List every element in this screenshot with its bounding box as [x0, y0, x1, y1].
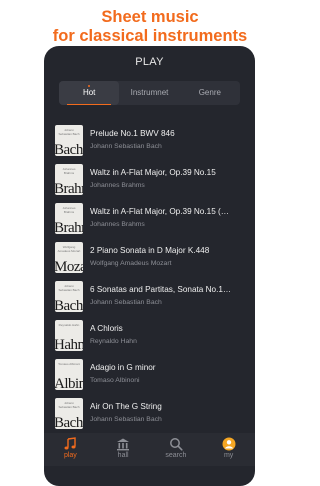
cover-composer-text: Johannes Brahms: [62, 206, 76, 214]
list-item[interactable]: Reynaldo Hahn Hahn A Chloris Reynaldo Ha…: [44, 316, 255, 355]
cover-thumbnail: Wolfgang Amadeus Mozart Mozart: [55, 242, 83, 273]
cover-thumbnail: Johannes Brahms Brahms: [55, 164, 83, 195]
cover-word: Brahms: [55, 220, 83, 234]
cover-word: Bach: [55, 415, 83, 429]
piece-title: Prelude No.1 BWV 846: [90, 129, 175, 138]
piece-composer: Johann Sebastian Bach: [90, 416, 162, 423]
nav-label: my: [223, 452, 234, 459]
promo-line-1: Sheet music: [101, 8, 199, 26]
cover-word: Albinoni: [55, 376, 83, 390]
piece-composer: Johannes Brahms: [90, 182, 145, 189]
list-item[interactable]: Johann Sebastian Bach Bach Air On The G …: [44, 394, 255, 433]
piece-composer: Johann Sebastian Bach: [90, 143, 162, 150]
tab-instrument[interactable]: Instrumnet: [119, 81, 179, 105]
list-item[interactable]: Johann Sebastian Bach Bach 6 Sonatas and…: [44, 277, 255, 316]
cover-composer-text: Wolfgang Amadeus Mozart: [57, 245, 81, 253]
tab-hot[interactable]: Hot: [59, 81, 120, 105]
page-title: PLAY: [135, 56, 164, 68]
cover-thumbnail: Reynaldo Hahn Hahn: [55, 320, 83, 351]
cover-thumbnail: Tomaso Albinoni Albinoni: [55, 359, 83, 390]
list-item[interactable]: Johannes Brahms Brahms Waltz in A-Flat M…: [44, 160, 255, 199]
promo-line-2: for classical instruments: [52, 27, 248, 45]
piece-composer: Johannes Brahms: [90, 221, 145, 228]
piece-composer: Johann Sebastian Bach: [90, 299, 162, 306]
cover-word: Bach: [55, 298, 83, 312]
nav-play[interactable]: play: [44, 433, 97, 466]
piece-composer: Reynaldo Hahn: [90, 338, 137, 345]
cover-composer-text: Johann Sebastian Bach: [58, 128, 80, 136]
cover-word: Mozart: [55, 259, 83, 273]
list-item[interactable]: Johann Sebastian Bach Bach Prelude No.1 …: [44, 121, 255, 160]
piece-list: Johann Sebastian Bach Bach Prelude No.1 …: [44, 121, 255, 433]
cover-composer-text: Johann Sebastian Bach: [58, 401, 80, 409]
cover-composer-text: Johannes Brahms: [62, 167, 76, 175]
piece-composer: Tomaso Albinoni: [90, 377, 140, 384]
piece-composer: Wolfgang Amadeus Mozart: [90, 260, 172, 267]
tab-genre[interactable]: Genre: [180, 81, 240, 105]
nav-my[interactable]: my: [202, 433, 255, 466]
list-item[interactable]: Wolfgang Amadeus Mozart Mozart 2 Piano S…: [44, 238, 255, 277]
tab-bar: Hot Instrumnet Genre: [59, 81, 240, 105]
concert-hall-icon: [117, 438, 130, 451]
piece-title: 2 Piano Sonata in D Major K.448: [90, 246, 210, 255]
nav-hall[interactable]: hall: [97, 433, 150, 466]
piece-title: Waltz in A-Flat Major, Op.39 No.15 (…: [90, 207, 229, 216]
cover-thumbnail: Johannes Brahms Brahms: [55, 203, 83, 234]
list-item[interactable]: Tomaso Albinoni Albinoni Adagio in G min…: [44, 355, 255, 394]
cover-composer-text: Johann Sebastian Bach: [58, 284, 80, 292]
piece-title: A Chloris: [90, 324, 123, 333]
nav-label: play: [63, 452, 77, 459]
piece-title: Air On The G String: [90, 402, 162, 411]
piece-title: 6 Sonatas and Partitas, Sonata No.1…: [90, 285, 232, 294]
search-icon: [169, 438, 183, 451]
app-screen: PLAY Hot Instrumnet Genre Johann Sebasti…: [44, 46, 255, 486]
cover-thumbnail: Johann Sebastian Bach Bach: [55, 125, 83, 156]
nav-search[interactable]: search: [150, 433, 203, 466]
cover-composer-text: Tomaso Albinoni: [58, 362, 80, 366]
cover-word: Hahn: [55, 337, 83, 351]
profile-icon: [222, 437, 236, 451]
cover-thumbnail: Johann Sebastian Bach Bach: [55, 281, 83, 312]
cover-word: Brahms: [55, 181, 83, 195]
piece-title: Adagio in G minor: [90, 363, 156, 372]
cover-thumbnail: Johann Sebastian Bach Bach: [55, 398, 83, 429]
cover-composer-text: Reynaldo Hahn: [58, 323, 80, 327]
nav-label: search: [165, 452, 187, 459]
music-note-icon: [64, 437, 77, 450]
promo-headline: Sheet music for classical instruments: [0, 8, 300, 46]
nav-label: hall: [117, 452, 129, 459]
piece-title: Waltz in A-Flat Major, Op.39 No.15: [90, 168, 216, 177]
bottom-nav: play hall search my: [44, 433, 255, 466]
list-item[interactable]: Johannes Brahms Brahms Waltz in A-Flat M…: [44, 199, 255, 238]
cover-word: Bach: [55, 142, 83, 156]
